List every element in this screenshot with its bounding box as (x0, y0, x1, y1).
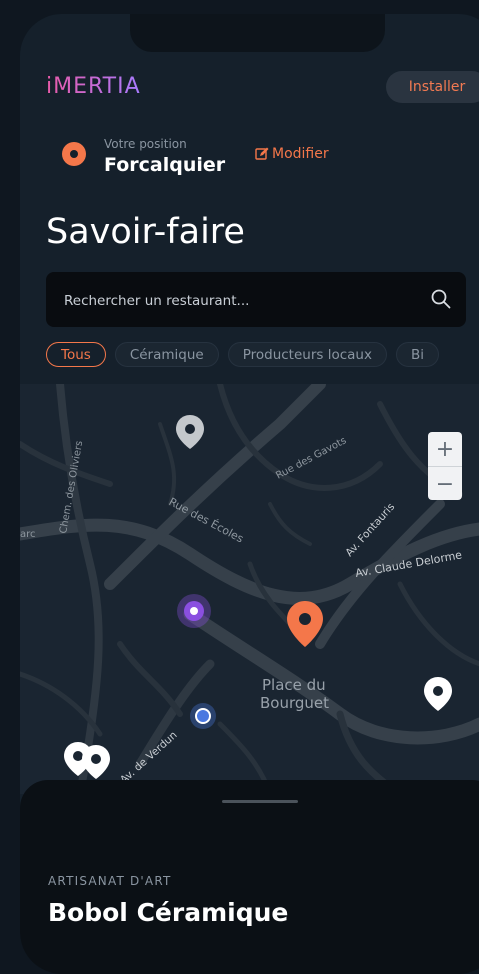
map-marker-purple[interactable] (177, 594, 211, 628)
phone-frame: iMERTIA Installer Votre position Forcalq… (20, 14, 479, 974)
map-canvas[interactable]: Chem. des Oliviers Rue des Gavots Rue de… (20, 384, 479, 794)
place-label-line2: Bourguet (260, 694, 329, 712)
zoom-out-button[interactable]: − (428, 467, 462, 500)
location-pin-icon (62, 142, 86, 166)
search-bar (46, 272, 466, 329)
street-label-av-de-verdun: Av. de Verdun (118, 729, 180, 786)
install-button[interactable]: Installer (386, 71, 479, 103)
map[interactable]: Chem. des Oliviers Rue des Gavots Rue de… (20, 384, 479, 794)
search-icon[interactable] (430, 288, 452, 310)
edit-icon (255, 147, 269, 160)
filter-chips: Tous Céramique Producteurs locaux Bi (46, 342, 439, 367)
place-category: ARTISANAT D'ART (48, 874, 172, 888)
search-input[interactable] (62, 272, 406, 329)
user-position-dot (190, 703, 216, 729)
sheet-drag-handle[interactable] (222, 800, 298, 803)
notch (130, 14, 385, 52)
filter-chip-tous[interactable]: Tous (46, 342, 106, 367)
filter-chip-ceramique[interactable]: Céramique (114, 342, 219, 367)
filter-chip-producteurs-locaux[interactable]: Producteurs locaux (227, 342, 387, 367)
street-label-rue-des-gavots: Rue des Gavots (274, 435, 348, 481)
map-marker-grey[interactable] (176, 415, 204, 449)
map-marker-white[interactable] (424, 677, 452, 711)
filter-chip-more[interactable]: Bi (395, 342, 439, 367)
location-city: Forcalquier (104, 154, 226, 176)
zoom-controls: + − (428, 432, 462, 500)
location-caption: Votre position (104, 137, 187, 151)
place-bottom-sheet[interactable]: ARTISANAT D'ART Bobol Céramique (20, 780, 479, 974)
place-name: Bobol Céramique (48, 898, 289, 927)
zoom-in-button[interactable]: + (428, 432, 462, 466)
modify-label: Modifier (272, 146, 329, 162)
place-label-line1: Place du (262, 676, 326, 694)
app-logo: iMERTIA (46, 74, 141, 99)
street-label-arc: arc (20, 529, 36, 540)
page-title: Savoir-faire (46, 212, 245, 252)
modify-location-button[interactable]: Modifier (255, 146, 329, 162)
